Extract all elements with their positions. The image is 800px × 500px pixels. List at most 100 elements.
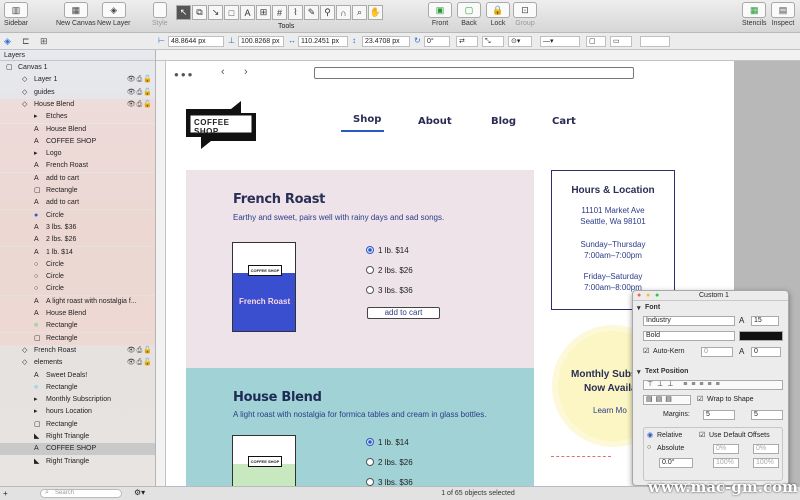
y-position-field[interactable]: 100.8268 px <box>238 36 284 47</box>
autokern-checkbox[interactable]: ☑ <box>643 347 649 355</box>
layer-row[interactable]: ▢ Rectangle <box>0 419 155 431</box>
layer-row[interactable]: ◣ Right Triangle <box>0 431 155 443</box>
sidebar-search-input[interactable]: ⌕ Search <box>40 489 122 498</box>
rotation-field[interactable]: 0° <box>424 36 450 47</box>
sidebar-button[interactable]: ▥ Sidebar <box>4 2 28 27</box>
relative-radio[interactable]: ◉ <box>647 431 653 439</box>
coffee-shop-logo[interactable]: COFFEE SHOP <box>186 101 256 149</box>
connect-button[interactable]: ⤡ <box>482 36 504 47</box>
layer-row[interactable]: ◇ French Roast 👁⎙🔓 <box>0 345 155 357</box>
flip-button[interactable]: ⇄ <box>456 36 478 47</box>
rubber-stamp-icon[interactable]: ⚲ <box>320 5 335 20</box>
close-icon[interactable]: ● <box>637 292 641 299</box>
canvas-tab-icon[interactable]: ⊞ <box>40 36 48 47</box>
layer-row[interactable]: ◣ Right Triangle <box>0 456 155 468</box>
style-button[interactable]: Style <box>152 2 168 27</box>
group-button[interactable]: ⊡ Group <box>513 2 537 27</box>
offset-x-field[interactable]: 0% <box>713 444 739 454</box>
baseline-field[interactable]: 0 <box>751 347 781 357</box>
layer-controls-icon[interactable]: 👁⎙🔓 <box>127 99 153 111</box>
layer-row[interactable]: A 3 lbs. $36 <box>0 221 155 234</box>
line-tool-icon[interactable]: ↘ <box>208 5 223 20</box>
zoom-icon[interactable]: ⌕ <box>352 5 367 20</box>
text-position-toggle[interactable]: ▾ <box>637 368 641 376</box>
text-color-well[interactable] <box>739 331 783 341</box>
nav-cart[interactable]: Cart <box>552 116 576 127</box>
stroke-dropdown[interactable]: —▾ <box>540 36 580 47</box>
lock-button[interactable]: 🔒 Lock <box>486 2 510 27</box>
scale-x-field[interactable]: 100% <box>713 458 739 468</box>
add-layer-icon[interactable]: + <box>3 489 8 498</box>
magnet-dropdown[interactable]: ⊙▾ <box>508 36 532 47</box>
shadow-dropdown[interactable] <box>640 36 670 47</box>
minimize-icon[interactable]: ● <box>646 292 650 299</box>
promo-link[interactable]: Learn Mo <box>593 406 627 415</box>
text-tool-icon[interactable]: A <box>240 5 255 20</box>
new-canvas-button[interactable]: ▦ New Canvas <box>56 2 96 27</box>
layer-row[interactable]: A 2 lbs. $26 <box>0 234 155 247</box>
margin-field-1[interactable]: 5 <box>703 410 735 420</box>
layer-row[interactable]: ▸ Monthly Subscription <box>0 394 155 406</box>
fill-dropdown[interactable]: ▭ <box>610 36 632 47</box>
option-2lb[interactable]: 2 lbs. $26 <box>366 266 413 275</box>
zoom-window-icon[interactable]: ● <box>655 292 659 299</box>
outline-tab-icon[interactable]: ⊏ <box>22 36 30 47</box>
default-offsets-checkbox[interactable]: ☑ <box>699 431 705 439</box>
layer-row[interactable]: ▢ Canvas 1 <box>0 62 155 74</box>
option-2lb[interactable]: 2 lbs. $26 <box>366 458 413 467</box>
font-size-field[interactable]: 15 <box>751 316 779 326</box>
margin-field-2[interactable]: 5 <box>751 410 783 420</box>
layer-controls-icon[interactable]: 👁⎙🔓 <box>127 74 153 86</box>
arrow-tool-icon[interactable]: ↖ <box>176 5 191 20</box>
layer-row[interactable]: ◇ guides 👁⎙🔓 <box>0 87 155 99</box>
text-rotation-field[interactable]: 0.0° <box>659 458 693 468</box>
magnet-icon[interactable]: ∩ <box>336 5 351 20</box>
layer-row[interactable]: ◇ House Blend 👁⎙🔓 <box>0 98 155 111</box>
layer-controls-icon[interactable]: 👁⎙🔓 <box>127 357 153 369</box>
option-3lb[interactable]: 3 lbs. $36 <box>366 478 413 486</box>
layer-row[interactable]: A COFFEE SHOP <box>0 443 155 456</box>
add-to-cart-button[interactable]: add to cart <box>367 307 440 319</box>
layer-row[interactable]: ◇ elements 👁⎙🔓 <box>0 357 155 369</box>
layer-row[interactable]: A House Blend <box>0 308 155 320</box>
layer-row[interactable]: A 1 lb. $14 <box>0 246 155 259</box>
font-weight-select[interactable]: Bold <box>643 331 735 341</box>
layer-row[interactable]: A House Blend <box>0 123 155 136</box>
wrap-checkbox[interactable]: ☑ <box>697 395 703 403</box>
selection-tool-icon[interactable]: ⧉ <box>192 5 207 20</box>
diagram-tool-icon[interactable]: # <box>272 5 287 20</box>
nav-about[interactable]: About <box>418 116 452 127</box>
hand-icon[interactable]: ✋ <box>368 5 383 20</box>
layer-row[interactable]: ▸ Logo <box>0 148 155 161</box>
pen-tool-icon[interactable]: ✎ <box>304 5 319 20</box>
layer-row[interactable]: ■ Rectangle <box>0 320 155 333</box>
nav-blog[interactable]: Blog <box>491 116 516 127</box>
layer-row[interactable]: A Sweet Deals! <box>0 370 155 382</box>
layer-row[interactable]: ▢ Rectangle <box>0 332 155 345</box>
option-3lb[interactable]: 3 lbs. $36 <box>366 286 413 295</box>
layer-row[interactable]: ● Circle <box>0 209 155 222</box>
option-1lb[interactable]: 1 lb. $14 <box>366 246 409 255</box>
layer-row[interactable]: ■ Rectangle <box>0 382 155 394</box>
layer-row[interactable]: ○ Circle <box>0 271 155 284</box>
offset-y-field[interactable]: 0% <box>753 444 779 454</box>
style-tool-icon[interactable]: ⌇ <box>288 5 303 20</box>
vertical-align-segmented[interactable]: ⊤⊥⊥ ≡≡≡≡≡ <box>643 380 783 390</box>
kerning-field[interactable]: 0 <box>701 347 733 357</box>
absolute-radio[interactable]: ○ <box>647 444 651 451</box>
gear-icon[interactable]: ⚙▾ <box>134 488 145 497</box>
new-layer-button[interactable]: ◈ New Layer <box>97 2 130 27</box>
table-tool-icon[interactable]: ⊞ <box>256 5 271 20</box>
inspect-button[interactable]: ▤ Inspect <box>771 2 795 27</box>
font-section-toggle[interactable]: ▾ <box>637 304 641 312</box>
hours-location-box[interactable]: Hours & Location 11101 Market Ave Seattl… <box>551 170 675 310</box>
layer-controls-icon[interactable]: 👁⎙🔓 <box>127 345 153 357</box>
layer-row[interactable]: Aadd to cart <box>0 197 155 210</box>
layer-row[interactable]: A French Roast <box>0 160 155 173</box>
layer-row[interactable]: ▸ Etches <box>0 111 155 124</box>
layer-row[interactable]: ○ Circle <box>0 258 155 271</box>
sweet-deals-shape[interactable] <box>551 456 611 486</box>
x-position-field[interactable]: 48.8644 px <box>168 36 224 47</box>
option-1lb[interactable]: 1 lb. $14 <box>366 438 409 447</box>
layers-tab-icon[interactable]: ◈ <box>4 36 11 47</box>
